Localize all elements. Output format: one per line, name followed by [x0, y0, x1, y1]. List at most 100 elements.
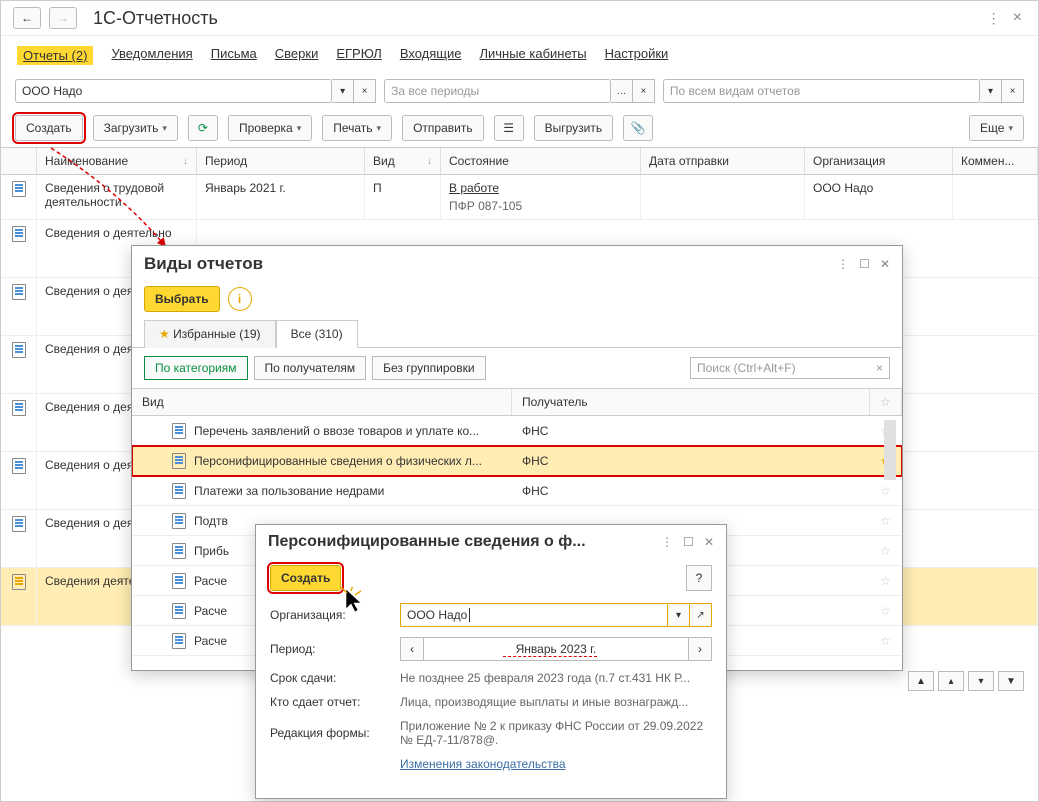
doc-icon: [12, 516, 26, 532]
close-icon[interactable]: ✕: [880, 257, 890, 271]
kebab-menu-icon[interactable]: ⋮: [661, 535, 673, 549]
col-name[interactable]: Наименование↓: [37, 148, 197, 174]
no-grouping-button[interactable]: Без группировки: [372, 356, 485, 380]
page-up-button[interactable]: ▴: [938, 671, 964, 691]
create-report-modal: Персонифицированные сведения о ф... ⋮ ☐ …: [255, 524, 727, 799]
org-filter-clear[interactable]: ×: [354, 79, 376, 103]
doc-icon: [12, 342, 26, 358]
col-vid[interactable]: Вид: [132, 389, 512, 415]
list-item[interactable]: Платежи за пользование недрами ФНС ☆: [132, 476, 902, 506]
col-period[interactable]: Период: [197, 148, 365, 174]
tab-letters[interactable]: Письма: [211, 46, 257, 65]
tab-favorites[interactable]: ★ Избранные (19): [144, 320, 276, 348]
nav-forward-button[interactable]: →: [49, 7, 77, 29]
period-label: Период:: [270, 642, 400, 656]
col-org[interactable]: Организация: [805, 148, 953, 174]
export-button[interactable]: Выгрузить: [534, 115, 614, 141]
period-next-button[interactable]: ›: [688, 637, 712, 661]
tab-incoming[interactable]: Входящие: [400, 46, 462, 65]
list-item-selected[interactable]: Персонифицированные сведения о физически…: [132, 446, 902, 476]
page-bottom-button[interactable]: ▼: [998, 671, 1024, 691]
modal1-title: Виды отчетов: [144, 254, 263, 274]
star-icon[interactable]: ☆: [870, 480, 902, 502]
attach-button[interactable]: 📎: [623, 115, 653, 141]
col-sent[interactable]: Дата отправки: [641, 148, 805, 174]
maximize-icon[interactable]: ☐: [859, 257, 870, 271]
deadline-value: Не позднее 25 февраля 2023 года (п.7 ст.…: [400, 671, 712, 685]
edition-value: Приложение № 2 к приказу ФНС России от 2…: [400, 719, 712, 747]
load-button[interactable]: Загрузить▾: [93, 115, 178, 141]
org-input[interactable]: ООО Надо: [400, 603, 668, 627]
tab-cabinets[interactable]: Личные кабинеты: [479, 46, 586, 65]
tab-reports[interactable]: Отчеты (2): [17, 46, 93, 65]
create-report-button[interactable]: Создать: [270, 565, 341, 591]
nav-back-button[interactable]: ←: [13, 7, 41, 29]
send-button[interactable]: Отправить: [402, 115, 484, 141]
tab-all[interactable]: Все (310): [276, 320, 358, 348]
print-button[interactable]: Печать▾: [322, 115, 392, 141]
org-filter[interactable]: ООО Надо: [15, 79, 332, 103]
period-prev-button[interactable]: ‹: [400, 637, 424, 661]
col-status[interactable]: Состояние: [441, 148, 641, 174]
col-recipient[interactable]: Получатель: [512, 389, 870, 415]
star-icon[interactable]: ☆: [870, 630, 902, 652]
tab-settings[interactable]: Настройки: [605, 46, 669, 65]
doc-icon: [172, 573, 186, 589]
filter-bar: ООО Надо ▾ × За все периоды … × По всем …: [1, 73, 1038, 109]
search-input[interactable]: Поиск (Ctrl+Alt+F)×: [690, 357, 890, 379]
doc-icon: [172, 423, 186, 439]
more-button[interactable]: Еще▾: [969, 115, 1024, 141]
tab-egrul[interactable]: ЕГРЮЛ: [336, 46, 381, 65]
refresh-button[interactable]: ⟳: [188, 115, 218, 141]
search-clear-icon[interactable]: ×: [876, 361, 883, 375]
list-icon: ☰: [503, 121, 514, 135]
close-icon[interactable]: ✕: [704, 535, 714, 549]
help-button[interactable]: ?: [686, 565, 712, 591]
star-icon: ★: [159, 327, 170, 341]
doc-icon: [12, 181, 26, 197]
star-icon[interactable]: ☆: [870, 600, 902, 622]
org-dropdown[interactable]: ▾: [668, 603, 690, 627]
col-icon: [1, 148, 37, 174]
list-button[interactable]: ☰: [494, 115, 524, 141]
by-recipient-button[interactable]: По получателям: [254, 356, 367, 380]
period-value[interactable]: Январь 2023 г.: [424, 637, 688, 661]
kebab-menu-icon[interactable]: ⋮: [837, 257, 849, 271]
status-link[interactable]: В работе: [449, 181, 499, 195]
org-filter-dropdown[interactable]: ▾: [332, 79, 354, 103]
tab-reconciliations[interactable]: Сверки: [275, 46, 319, 65]
scrollbar[interactable]: [884, 420, 896, 480]
info-icon[interactable]: i: [228, 287, 252, 311]
close-icon[interactable]: ×: [1009, 9, 1026, 27]
col-vid[interactable]: Вид↓: [365, 148, 441, 174]
page-down-button[interactable]: ▾: [968, 671, 994, 691]
period-filter-clear[interactable]: ×: [633, 79, 655, 103]
by-category-button[interactable]: По категориям: [144, 356, 248, 380]
select-button[interactable]: Выбрать: [144, 286, 220, 312]
col-comment[interactable]: Коммен...: [953, 148, 1038, 174]
toolbar: Создать Загрузить▾ ⟳ Проверка▾ Печать▾ О…: [1, 109, 1038, 147]
table-row[interactable]: Сведения о трудовой деятельности Январь …: [1, 175, 1038, 220]
modal2-title: Персонифицированные сведения о ф...: [268, 533, 586, 551]
kebab-menu-icon[interactable]: ⋮: [987, 10, 1001, 27]
type-filter-dropdown[interactable]: ▾: [980, 79, 1002, 103]
changes-link[interactable]: Изменения законодательства: [400, 757, 566, 771]
list-item[interactable]: Перечень заявлений о ввозе товаров и упл…: [132, 416, 902, 446]
tab-notifications[interactable]: Уведомления: [111, 46, 192, 65]
who-value: Лица, производящие выплаты и иные вознаг…: [400, 695, 712, 709]
paging-control: ▲ ▴ ▾ ▼: [908, 671, 1024, 691]
type-filter-clear[interactable]: ×: [1002, 79, 1024, 103]
type-filter[interactable]: По всем видам отчетов: [663, 79, 980, 103]
create-button[interactable]: Создать: [15, 115, 83, 141]
deadline-label: Срок сдачи:: [270, 671, 400, 685]
col-favorite[interactable]: ☆: [870, 389, 902, 415]
period-filter[interactable]: За все периоды: [384, 79, 611, 103]
star-icon[interactable]: ☆: [870, 570, 902, 592]
star-icon[interactable]: ☆: [870, 540, 902, 562]
maximize-icon[interactable]: ☐: [683, 535, 694, 549]
star-icon[interactable]: ☆: [870, 510, 902, 532]
check-button[interactable]: Проверка▾: [228, 115, 312, 141]
org-open[interactable]: ↗: [690, 603, 712, 627]
page-top-button[interactable]: ▲: [908, 671, 934, 691]
period-filter-picker[interactable]: …: [611, 79, 633, 103]
